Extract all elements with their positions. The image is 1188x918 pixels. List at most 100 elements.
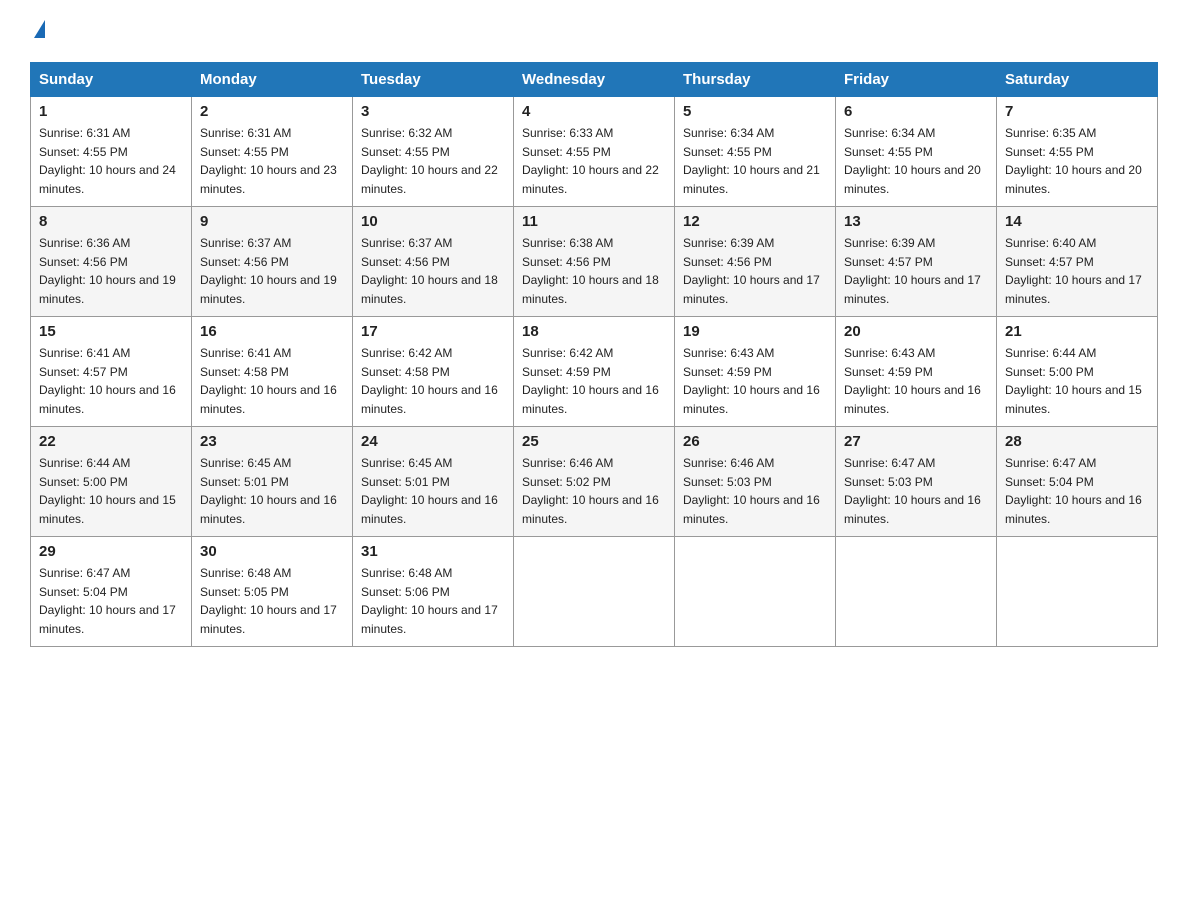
day-info: Sunrise: 6:41 AMSunset: 4:58 PMDaylight:… bbox=[200, 346, 337, 416]
day-number: 13 bbox=[844, 213, 988, 230]
day-info: Sunrise: 6:45 AMSunset: 5:01 PMDaylight:… bbox=[361, 456, 498, 526]
calendar-day-cell: 22 Sunrise: 6:44 AMSunset: 5:00 PMDayligh… bbox=[31, 427, 192, 537]
calendar-day-cell: 25 Sunrise: 6:46 AMSunset: 5:02 PMDayligh… bbox=[514, 427, 675, 537]
day-info: Sunrise: 6:39 AMSunset: 4:57 PMDaylight:… bbox=[844, 236, 981, 306]
calendar-week-row: 22 Sunrise: 6:44 AMSunset: 5:00 PMDayligh… bbox=[31, 427, 1158, 537]
calendar-day-cell: 4 Sunrise: 6:33 AMSunset: 4:55 PMDaylight… bbox=[514, 97, 675, 207]
header-monday: Monday bbox=[192, 63, 353, 97]
header-friday: Friday bbox=[836, 63, 997, 97]
day-info: Sunrise: 6:33 AMSunset: 4:55 PMDaylight:… bbox=[522, 126, 659, 196]
day-info: Sunrise: 6:47 AMSunset: 5:03 PMDaylight:… bbox=[844, 456, 981, 526]
day-number: 30 bbox=[200, 543, 344, 560]
day-number: 8 bbox=[39, 213, 183, 230]
day-info: Sunrise: 6:37 AMSunset: 4:56 PMDaylight:… bbox=[361, 236, 498, 306]
day-number: 25 bbox=[522, 433, 666, 450]
calendar-day-cell: 12 Sunrise: 6:39 AMSunset: 4:56 PMDayligh… bbox=[675, 207, 836, 317]
day-number: 22 bbox=[39, 433, 183, 450]
day-info: Sunrise: 6:35 AMSunset: 4:55 PMDaylight:… bbox=[1005, 126, 1142, 196]
day-info: Sunrise: 6:34 AMSunset: 4:55 PMDaylight:… bbox=[683, 126, 820, 196]
day-number: 31 bbox=[361, 543, 505, 560]
day-info: Sunrise: 6:34 AMSunset: 4:55 PMDaylight:… bbox=[844, 126, 981, 196]
day-info: Sunrise: 6:42 AMSunset: 4:59 PMDaylight:… bbox=[522, 346, 659, 416]
day-number: 12 bbox=[683, 213, 827, 230]
day-number: 27 bbox=[844, 433, 988, 450]
day-number: 11 bbox=[522, 213, 666, 230]
day-number: 16 bbox=[200, 323, 344, 340]
day-info: Sunrise: 6:48 AMSunset: 5:05 PMDaylight:… bbox=[200, 566, 337, 636]
day-number: 5 bbox=[683, 103, 827, 120]
calendar-day-cell: 23 Sunrise: 6:45 AMSunset: 5:01 PMDayligh… bbox=[192, 427, 353, 537]
calendar-table: Sunday Monday Tuesday Wednesday Thursday… bbox=[30, 62, 1158, 647]
header-saturday: Saturday bbox=[997, 63, 1158, 97]
calendar-day-cell: 19Sunrise: 6:43 AMSunset: 4:59 PMDayligh… bbox=[675, 317, 836, 427]
calendar-day-cell: 15 Sunrise: 6:41 AMSunset: 4:57 PMDayligh… bbox=[31, 317, 192, 427]
calendar-day-cell bbox=[997, 537, 1158, 647]
calendar-week-row: 1 Sunrise: 6:31 AMSunset: 4:55 PMDaylight… bbox=[31, 97, 1158, 207]
day-number: 17 bbox=[361, 323, 505, 340]
calendar-day-cell: 8 Sunrise: 6:36 AMSunset: 4:56 PMDaylight… bbox=[31, 207, 192, 317]
calendar-day-cell: 21Sunrise: 6:44 AMSunset: 5:00 PMDayligh… bbox=[997, 317, 1158, 427]
calendar-day-cell: 30 Sunrise: 6:48 AMSunset: 5:05 PMDayligh… bbox=[192, 537, 353, 647]
day-info: Sunrise: 6:45 AMSunset: 5:01 PMDaylight:… bbox=[200, 456, 337, 526]
day-info: Sunrise: 6:36 AMSunset: 4:56 PMDaylight:… bbox=[39, 236, 176, 306]
day-number: 26 bbox=[683, 433, 827, 450]
calendar-day-cell bbox=[514, 537, 675, 647]
calendar-day-cell: 26 Sunrise: 6:46 AMSunset: 5:03 PMDayligh… bbox=[675, 427, 836, 537]
day-info: Sunrise: 6:41 AMSunset: 4:57 PMDaylight:… bbox=[39, 346, 176, 416]
day-info: Sunrise: 6:47 AMSunset: 5:04 PMDaylight:… bbox=[1005, 456, 1142, 526]
day-info: Sunrise: 6:43 AMSunset: 4:59 PMDaylight:… bbox=[844, 346, 981, 416]
day-info: Sunrise: 6:42 AMSunset: 4:58 PMDaylight:… bbox=[361, 346, 498, 416]
day-number: 21 bbox=[1005, 323, 1149, 340]
day-number: 24 bbox=[361, 433, 505, 450]
day-info: Sunrise: 6:46 AMSunset: 5:03 PMDaylight:… bbox=[683, 456, 820, 526]
day-number: 20 bbox=[844, 323, 988, 340]
calendar-day-cell: 6Sunrise: 6:34 AMSunset: 4:55 PMDaylight… bbox=[836, 97, 997, 207]
day-info: Sunrise: 6:48 AMSunset: 5:06 PMDaylight:… bbox=[361, 566, 498, 636]
day-number: 15 bbox=[39, 323, 183, 340]
calendar-day-cell: 27 Sunrise: 6:47 AMSunset: 5:03 PMDayligh… bbox=[836, 427, 997, 537]
calendar-day-cell: 1 Sunrise: 6:31 AMSunset: 4:55 PMDaylight… bbox=[31, 97, 192, 207]
calendar-day-cell: 14 Sunrise: 6:40 AMSunset: 4:57 PMDayligh… bbox=[997, 207, 1158, 317]
calendar-day-cell: 29 Sunrise: 6:47 AMSunset: 5:04 PMDayligh… bbox=[31, 537, 192, 647]
calendar-day-cell: 5 Sunrise: 6:34 AMSunset: 4:55 PMDaylight… bbox=[675, 97, 836, 207]
calendar-day-cell: 18 Sunrise: 6:42 AMSunset: 4:59 PMDayligh… bbox=[514, 317, 675, 427]
day-info: Sunrise: 6:46 AMSunset: 5:02 PMDaylight:… bbox=[522, 456, 659, 526]
day-info: Sunrise: 6:39 AMSunset: 4:56 PMDaylight:… bbox=[683, 236, 820, 306]
calendar-day-cell: 28 Sunrise: 6:47 AMSunset: 5:04 PMDayligh… bbox=[997, 427, 1158, 537]
calendar-week-row: 8 Sunrise: 6:36 AMSunset: 4:56 PMDaylight… bbox=[31, 207, 1158, 317]
calendar-day-cell: 2Sunrise: 6:31 AMSunset: 4:55 PMDaylight… bbox=[192, 97, 353, 207]
day-number: 3 bbox=[361, 103, 505, 120]
day-info: Sunrise: 6:44 AMSunset: 5:00 PMDaylight:… bbox=[39, 456, 176, 526]
calendar-day-cell: 16 Sunrise: 6:41 AMSunset: 4:58 PMDayligh… bbox=[192, 317, 353, 427]
calendar-day-cell: 17 Sunrise: 6:42 AMSunset: 4:58 PMDayligh… bbox=[353, 317, 514, 427]
calendar-day-cell: 24 Sunrise: 6:45 AMSunset: 5:01 PMDayligh… bbox=[353, 427, 514, 537]
day-info: Sunrise: 6:43 AMSunset: 4:59 PMDaylight:… bbox=[683, 346, 820, 416]
day-number: 4 bbox=[522, 103, 666, 120]
header-thursday: Thursday bbox=[675, 63, 836, 97]
logo bbox=[30, 20, 45, 42]
header-wednesday: Wednesday bbox=[514, 63, 675, 97]
day-number: 10 bbox=[361, 213, 505, 230]
day-info: Sunrise: 6:40 AMSunset: 4:57 PMDaylight:… bbox=[1005, 236, 1142, 306]
calendar-day-cell bbox=[836, 537, 997, 647]
calendar-day-cell: 13 Sunrise: 6:39 AMSunset: 4:57 PMDayligh… bbox=[836, 207, 997, 317]
header-tuesday: Tuesday bbox=[353, 63, 514, 97]
day-info: Sunrise: 6:31 AMSunset: 4:55 PMDaylight:… bbox=[39, 126, 176, 196]
day-info: Sunrise: 6:37 AMSunset: 4:56 PMDaylight:… bbox=[200, 236, 337, 306]
day-number: 29 bbox=[39, 543, 183, 560]
day-number: 23 bbox=[200, 433, 344, 450]
calendar-day-cell: 31 Sunrise: 6:48 AMSunset: 5:06 PMDayligh… bbox=[353, 537, 514, 647]
logo-triangle-icon bbox=[34, 20, 45, 38]
day-number: 9 bbox=[200, 213, 344, 230]
calendar-day-cell: 20 Sunrise: 6:43 AMSunset: 4:59 PMDayligh… bbox=[836, 317, 997, 427]
calendar-day-cell: 9 Sunrise: 6:37 AMSunset: 4:56 PMDaylight… bbox=[192, 207, 353, 317]
day-number: 18 bbox=[522, 323, 666, 340]
day-number: 1 bbox=[39, 103, 183, 120]
calendar-week-row: 29 Sunrise: 6:47 AMSunset: 5:04 PMDayligh… bbox=[31, 537, 1158, 647]
day-info: Sunrise: 6:47 AMSunset: 5:04 PMDaylight:… bbox=[39, 566, 176, 636]
calendar-day-cell: 3Sunrise: 6:32 AMSunset: 4:55 PMDaylight… bbox=[353, 97, 514, 207]
day-number: 14 bbox=[1005, 213, 1149, 230]
day-number: 2 bbox=[200, 103, 344, 120]
calendar-day-cell: 11Sunrise: 6:38 AMSunset: 4:56 PMDayligh… bbox=[514, 207, 675, 317]
day-number: 28 bbox=[1005, 433, 1149, 450]
